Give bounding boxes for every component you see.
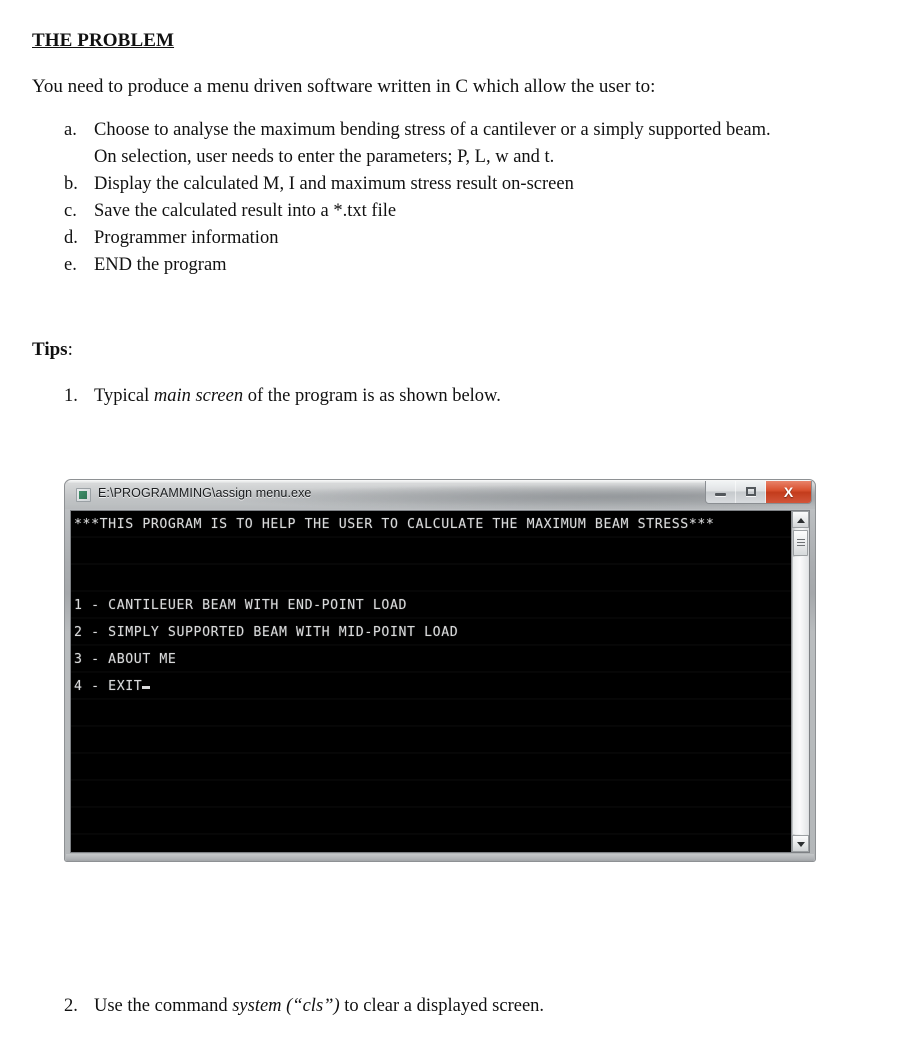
list-item: 2. Use the command system (“cls”) to cle… <box>60 993 870 1020</box>
scroll-down-icon <box>796 841 805 847</box>
scrollbar-thumb[interactable] <box>793 530 808 556</box>
tip-text-after: to clear a displayed screen. <box>339 996 545 1016</box>
scrollbar-track[interactable] <box>793 557 808 834</box>
text-cursor <box>142 686 151 689</box>
tips-list-continued: 2. Use the command system (“cls”) to cle… <box>60 993 870 1020</box>
minimize-icon <box>715 493 726 496</box>
console-line-header: ***THIS PROGRAM IS TO HELP THE USER TO C… <box>74 517 715 532</box>
list-marker: 2. <box>64 996 78 1016</box>
list-item: b. Display the calculated M, I and maxim… <box>60 171 870 198</box>
window-titlebar: E:\PROGRAMMING\assign menu.exe X <box>64 479 816 510</box>
window-bottom-frame <box>66 854 814 862</box>
tips-heading-word: Tips <box>32 339 68 360</box>
list-item-text: Save the calculated result into a *.txt … <box>94 201 397 221</box>
console-menu-option-1: 1 - CANTILEUER BEAM WITH END-POINT LOAD <box>74 598 408 613</box>
tip-text-italic: main screen <box>153 386 244 406</box>
list-item: 1. Typical main screen of the program is… <box>60 383 870 410</box>
tip-text-italic: system (“cls”) <box>232 996 340 1016</box>
close-button[interactable]: X <box>766 481 811 503</box>
tip-text-after: of the program is as shown below. <box>243 386 501 406</box>
list-item: c. Save the calculated result into a *.t… <box>60 198 870 225</box>
close-icon: X <box>783 484 794 500</box>
list-item: a. Choose to analyse the maximum bending… <box>60 117 870 171</box>
console-app-icon <box>76 488 91 502</box>
list-marker: b. <box>64 174 78 194</box>
list-item-text: Choose to analyse the maximum bending st… <box>94 117 870 171</box>
tip-text-before: Use the command <box>94 996 233 1016</box>
tip-text-before: Typical <box>94 386 154 406</box>
console-menu-option-3: 3 - ABOUT ME <box>74 652 177 667</box>
maximize-button[interactable] <box>736 481 766 503</box>
tips-heading-colon: : <box>67 339 73 360</box>
list-item-text: Use the command system (“cls”) to clear … <box>94 993 544 1020</box>
scrollbar-grip-icon <box>796 539 805 547</box>
window-controls: X <box>705 481 812 504</box>
list-item-text: END the program <box>94 255 227 275</box>
problem-requirements-list: a. Choose to analyse the maximum bending… <box>60 117 870 279</box>
list-item-text: Programmer information <box>94 228 279 248</box>
page-title: THE PROBLEM <box>32 30 175 51</box>
list-item: e. END the program <box>60 252 870 279</box>
console-menu-option-2: 2 - SIMPLY SUPPORTED BEAM WITH MID-POINT… <box>74 625 459 640</box>
scroll-up-button[interactable] <box>792 511 809 528</box>
list-marker: c. <box>64 201 77 221</box>
list-marker: d. <box>64 228 78 248</box>
list-item-line1: Choose to analyse the maximum bending st… <box>94 120 771 140</box>
scroll-down-button[interactable] <box>792 835 809 852</box>
console-screen[interactable]: ***THIS PROGRAM IS TO HELP THE USER TO C… <box>71 511 791 852</box>
console-area: ***THIS PROGRAM IS TO HELP THE USER TO C… <box>70 510 810 853</box>
list-item-text: Typical main screen of the program is as… <box>94 383 501 410</box>
document-page: THE PROBLEM You need to produce a menu d… <box>0 0 897 1060</box>
minimize-button[interactable] <box>706 481 736 503</box>
list-marker: e. <box>64 255 77 275</box>
console-menu-option-4-text: 4 - EXIT <box>74 679 143 694</box>
list-marker: 1. <box>64 386 78 406</box>
list-item: d. Programmer information <box>60 225 870 252</box>
window-title: E:\PROGRAMMING\assign menu.exe <box>98 486 312 500</box>
tips-list: 1. Typical main screen of the program is… <box>60 383 870 410</box>
console-menu-option-4: 4 - EXIT <box>71 673 791 700</box>
console-window-screenshot: E:\PROGRAMMING\assign menu.exe X ***THIS… <box>64 479 816 862</box>
list-item-text: Display the calculated M, I and maximum … <box>94 174 574 194</box>
tips-heading: Tips: <box>32 339 73 361</box>
list-marker: a. <box>64 120 77 140</box>
list-item-line2: On selection, user needs to enter the pa… <box>94 147 555 167</box>
maximize-icon <box>746 487 756 496</box>
console-scrollbar[interactable] <box>791 511 809 852</box>
scroll-up-icon <box>796 517 805 523</box>
intro-paragraph: You need to produce a menu driven softwa… <box>32 76 656 97</box>
